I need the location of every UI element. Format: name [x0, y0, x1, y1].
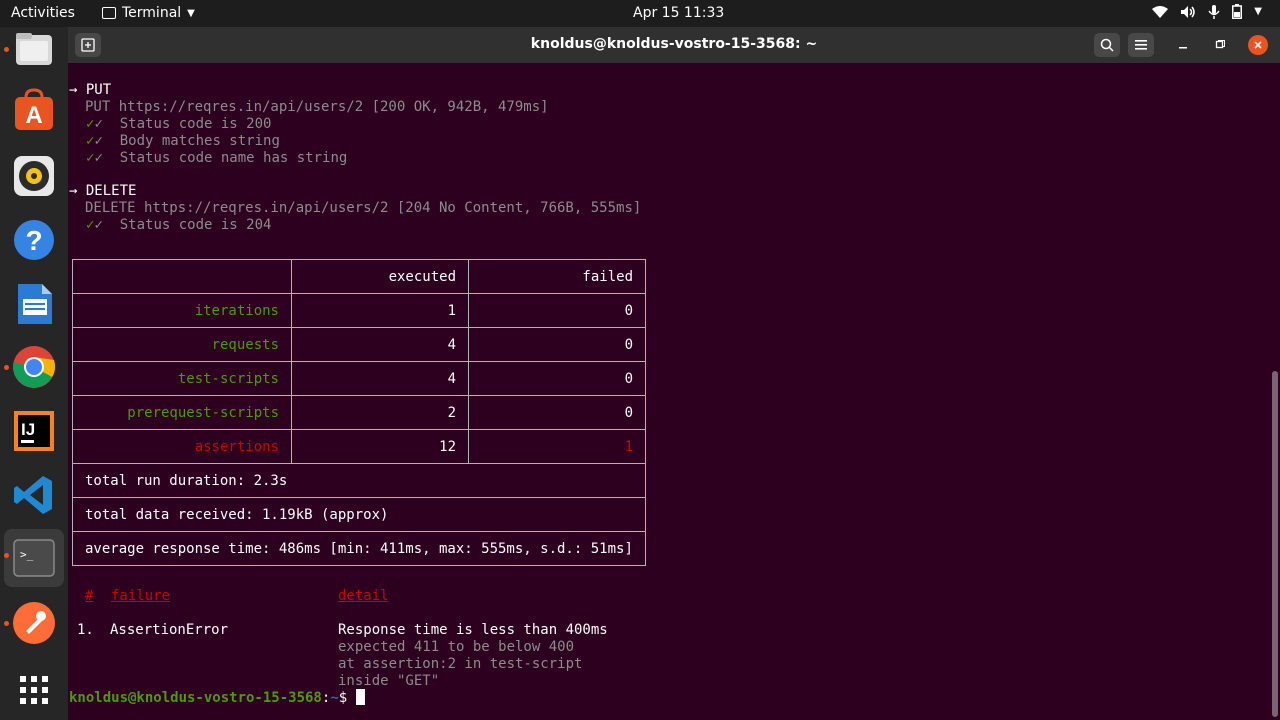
run-summary-table: executed failed iterations 1 0 requests …: [72, 259, 646, 566]
postman-icon[interactable]: [12, 601, 56, 645]
app-menu-label: Terminal: [122, 5, 182, 21]
row-label: iterations: [72, 293, 292, 328]
row-label: requests: [72, 327, 292, 362]
maximize-icon: [1215, 40, 1225, 49]
failed-value: 1: [468, 429, 646, 464]
failed-value: 0: [468, 293, 646, 328]
failed-value: 0: [468, 361, 646, 396]
wifi-icon: [1152, 5, 1169, 18]
shell-prompt[interactable]: knoldus@knoldus-vostro-15-3568:~$: [69, 689, 365, 707]
app-menu[interactable]: Terminal ▼: [102, 5, 195, 21]
running-indicator: [4, 553, 9, 558]
top-bar: Activities Terminal ▼ Apr 15 11:33 ▼: [0, 0, 1280, 27]
intellij-icon[interactable]: IJ: [12, 409, 56, 453]
executed-value: 12: [291, 429, 469, 464]
delete-request-line: DELETE https://reqres.in/api/users/2 [20…: [85, 200, 642, 216]
failed-value: 0: [468, 395, 646, 430]
table-row: iterations 1 0: [72, 293, 646, 328]
failure-detail: Response time is less than 400ms: [338, 622, 608, 638]
terminal-icon: [102, 7, 116, 19]
running-indicator: [4, 365, 9, 370]
text-cursor: [355, 689, 365, 705]
dock: A ? IJ >_: [0, 27, 68, 720]
test-result: ✓✓ Status code name has string: [86, 150, 348, 166]
failure-number: 1.: [77, 622, 94, 638]
failures-col-number: #: [85, 588, 94, 604]
close-button[interactable]: [1248, 35, 1268, 55]
volume-icon: [1181, 5, 1196, 18]
minimize-icon: [1179, 47, 1187, 49]
table-header-row: executed failed: [72, 259, 646, 294]
close-icon: [1254, 41, 1262, 49]
header-cell-executed: executed: [291, 259, 469, 294]
table-row: average response time: 486ms [min: 411ms…: [72, 531, 646, 566]
put-header: → PUT: [69, 82, 112, 98]
table-row: prerequest-scripts 2 0: [72, 395, 646, 430]
terminal-output[interactable]: → PUT PUT https://reqres.in/api/users/2 …: [68, 63, 1280, 720]
test-result: ✓✓ Body matches string: [86, 133, 280, 149]
failure-detail-line: expected 411 to be below 400: [338, 639, 575, 655]
failure-detail-line: inside "GET": [338, 673, 440, 689]
put-request-line: PUT https://reqres.in/api/users/2 [200 O…: [85, 99, 549, 115]
test-result: ✓✓ Status code is 204: [86, 217, 272, 233]
failed-value: 0: [468, 327, 646, 362]
failure-detail-line: at assertion:2 in test-script: [338, 656, 583, 672]
running-indicator: [4, 621, 9, 626]
clock[interactable]: Apr 15 11:33: [633, 5, 724, 21]
show-applications-icon[interactable]: [12, 668, 56, 712]
window-titlebar[interactable]: knoldus@knoldus-vostro-15-3568: ~: [68, 27, 1280, 63]
executed-value: 4: [291, 361, 469, 396]
terminal-icon[interactable]: >_: [12, 536, 56, 580]
chrome-icon[interactable]: [12, 345, 56, 389]
failures-col-failure: failure: [111, 588, 171, 604]
delete-header: → DELETE: [69, 183, 137, 199]
table-row: test-scripts 4 0: [72, 361, 646, 396]
battery-icon: [1232, 4, 1243, 19]
table-row: total data received: 1.19kB (approx): [72, 497, 646, 532]
svg-text:A: A: [25, 102, 42, 129]
svg-text:>_: >_: [20, 548, 34, 561]
test-result: ✓✓ Status code is 200: [86, 116, 272, 132]
minimize-button[interactable]: [1173, 35, 1193, 55]
table-row: total run duration: 2.3s: [72, 463, 646, 498]
executed-value: 1: [291, 293, 469, 328]
table-row: assertions 12 1: [72, 429, 646, 464]
data-received: total data received: 1.19kB (approx): [72, 497, 646, 532]
hamburger-icon: [1135, 40, 1147, 50]
libreoffice-writer-icon[interactable]: [12, 282, 56, 326]
system-tray[interactable]: ▼: [1152, 4, 1262, 19]
header-cell: [72, 259, 292, 294]
chevron-down-icon: ▼: [187, 7, 195, 19]
row-label: assertions: [72, 429, 292, 464]
menu-button[interactable]: [1128, 33, 1154, 57]
executed-value: 4: [291, 327, 469, 362]
search-button[interactable]: [1094, 33, 1120, 57]
scrollbar[interactable]: [1272, 371, 1278, 717]
executed-value: 2: [291, 395, 469, 430]
svg-text:?: ?: [25, 225, 42, 256]
row-label: test-scripts: [72, 361, 292, 396]
ubuntu-software-icon[interactable]: A: [12, 88, 56, 132]
run-duration: total run duration: 2.3s: [72, 463, 646, 498]
microphone-icon: [1208, 4, 1220, 19]
activities-button[interactable]: Activities: [11, 5, 75, 21]
table-row: requests 4 0: [72, 327, 646, 362]
running-indicator: [4, 47, 9, 52]
failure-name: AssertionError: [110, 622, 229, 638]
row-label: prerequest-scripts: [72, 395, 292, 430]
help-icon[interactable]: ?: [12, 218, 56, 262]
vscode-icon[interactable]: [12, 473, 56, 517]
rhythmbox-icon[interactable]: [12, 154, 56, 198]
response-time: average response time: 486ms [min: 411ms…: [72, 531, 646, 566]
files-icon[interactable]: [12, 27, 56, 71]
search-icon: [1100, 38, 1114, 52]
failures-col-detail: detail: [338, 588, 389, 604]
maximize-button[interactable]: [1210, 35, 1230, 55]
svg-text:IJ: IJ: [21, 420, 35, 439]
chevron-down-icon: ▼: [1254, 6, 1262, 17]
header-cell-failed: failed: [468, 259, 646, 294]
